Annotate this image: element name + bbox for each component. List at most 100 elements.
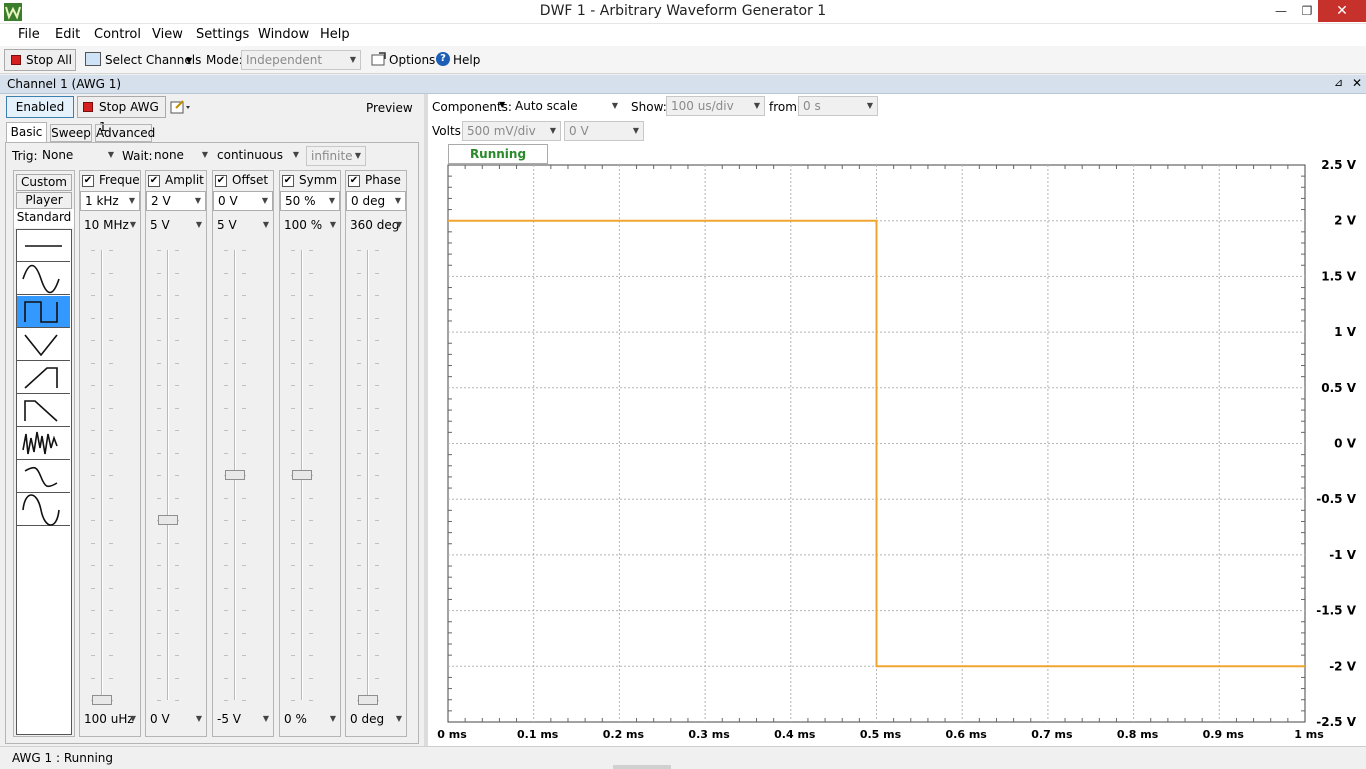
close-button[interactable]: ✕: [1318, 0, 1366, 22]
slider-tick: [91, 677, 95, 679]
phase-value-select[interactable]: 0 deg ▼: [346, 191, 406, 211]
sine-power-icon[interactable]: [17, 494, 70, 526]
offset-value-select[interactable]: 0 V ▼: [213, 191, 273, 211]
menu-view[interactable]: View: [152, 27, 183, 42]
noise-icon[interactable]: [17, 428, 70, 460]
slider-tick: [242, 610, 246, 611]
mode-select: Independent ▼: [241, 50, 361, 70]
symmetry-value: 50 %: [285, 194, 316, 208]
slider-tick: [224, 250, 228, 251]
square-icon[interactable]: [17, 296, 70, 328]
slider-tick: [291, 317, 295, 319]
amplitude-max-select[interactable]: 5 V ▼: [146, 216, 206, 236]
menu-control[interactable]: Control: [94, 27, 141, 42]
components-dropdown-icon[interactable]: ▼: [499, 100, 505, 109]
slider-tick: [375, 655, 379, 656]
chevron-down-icon: ▼: [329, 714, 336, 723]
channels-icon: [85, 52, 101, 66]
options-button[interactable]: Options: [389, 53, 435, 67]
ramp-up-icon[interactable]: [17, 362, 70, 394]
enabled-button[interactable]: Enabled: [6, 96, 74, 118]
symmetry-max-select[interactable]: 100 % ▼: [280, 216, 340, 236]
slider-tick: [175, 295, 179, 296]
amplitude-slider-thumb[interactable]: [158, 515, 178, 525]
offset-min-select[interactable]: -5 V ▼: [213, 710, 273, 730]
stop-all-button[interactable]: Stop All: [4, 49, 76, 71]
frequency-slider-thumb[interactable]: [92, 695, 112, 705]
trapezium-icon[interactable]: [17, 461, 70, 493]
offset-checkbox[interactable]: ✔: [215, 175, 227, 187]
slider-tick: [157, 565, 161, 566]
frequency-checkbox[interactable]: ✔: [82, 175, 94, 187]
amplitude-min-select[interactable]: 0 V ▼: [146, 710, 206, 730]
phase-max-select[interactable]: 360 deg ▼: [346, 216, 406, 236]
dc-icon[interactable]: [17, 230, 70, 262]
phase-checkbox[interactable]: ✔: [348, 175, 360, 187]
amplitude-value-select[interactable]: 2 V ▼: [146, 191, 206, 211]
amplitude-checkbox[interactable]: ✔: [148, 175, 160, 187]
offset-slider-thumb[interactable]: [225, 470, 245, 480]
slider-tick: [242, 317, 246, 319]
slider-tick: [109, 317, 113, 319]
x-tick-label: 0.4 ms: [774, 728, 816, 741]
slider-tick: [224, 295, 228, 296]
channel-title: Channel 1 (AWG 1): [7, 77, 122, 91]
tab-standard[interactable]: Standard: [14, 209, 74, 228]
pin-icon[interactable]: ⊿: [1334, 76, 1343, 89]
sine-icon[interactable]: [17, 263, 70, 295]
phase-slider-thumb[interactable]: [358, 695, 378, 705]
symmetry-slider-thumb[interactable]: [292, 470, 312, 480]
symmetry-value-select[interactable]: 50 % ▼: [280, 191, 340, 211]
slider-tick: [109, 565, 113, 566]
tab-basic[interactable]: Basic: [6, 122, 47, 143]
slider-tick: [109, 385, 113, 386]
menu-file[interactable]: File: [18, 27, 40, 42]
slider-tick: [242, 407, 246, 409]
chevron-down-icon: ▼: [262, 220, 269, 229]
menu-bar: File Edit Control View Settings Window H…: [0, 24, 1366, 46]
tab-sweep[interactable]: Sweep: [50, 124, 92, 142]
slider-tick: [242, 497, 246, 499]
components-select[interactable]: Auto scale ▼: [511, 97, 622, 117]
x-tick-label: 1 ms: [1294, 728, 1324, 741]
tab-custom[interactable]: Custom: [16, 174, 72, 191]
frequency-max-select[interactable]: 10 MHz ▼: [80, 216, 140, 236]
stop-awg-button[interactable]: Stop AWG 1: [77, 96, 166, 134]
tab-advanced[interactable]: Advanced: [95, 124, 155, 142]
select-channels-dropdown-icon[interactable]: ▼: [186, 56, 192, 65]
slider-tick: [175, 385, 179, 386]
slider-tick: [309, 362, 313, 364]
symmetry-checkbox[interactable]: ✔: [282, 175, 294, 187]
symmetry-min-select[interactable]: 0 % ▼: [280, 710, 340, 730]
slider-tick: [242, 520, 246, 521]
run-mode-select[interactable]: continuous ▼: [213, 146, 303, 166]
help-button[interactable]: Help: [453, 53, 480, 67]
menu-window[interactable]: Window: [258, 27, 309, 42]
wait-select[interactable]: none ▼: [150, 146, 212, 166]
chevron-down-icon: ▼: [349, 55, 356, 64]
trig-select[interactable]: None ▼: [38, 146, 118, 166]
slider-tick: [309, 610, 313, 611]
chevron-down-icon: ▼: [395, 220, 402, 229]
offset-max-select[interactable]: 5 V ▼: [213, 216, 273, 236]
menu-settings[interactable]: Settings: [196, 27, 249, 42]
triangle-icon[interactable]: [17, 329, 70, 361]
slider-tick: [291, 587, 295, 589]
slider-tick: [157, 250, 161, 251]
slider-tick: [109, 295, 113, 296]
phase-label: Phase: [365, 173, 401, 187]
options-icon: [371, 52, 387, 66]
frequency-min-select[interactable]: 100 uHz ▼: [80, 710, 140, 730]
channel-close-icon[interactable]: ✕: [1352, 76, 1362, 90]
tab-player[interactable]: Player: [16, 192, 72, 209]
menu-edit[interactable]: Edit: [55, 27, 80, 42]
slider-tick: [309, 655, 313, 656]
slider-tick: [109, 452, 113, 454]
ramp-down-icon[interactable]: [17, 395, 70, 427]
menu-help[interactable]: Help: [320, 27, 350, 42]
slider-tick: [375, 542, 379, 544]
frequency-value-select[interactable]: 1 kHz ▼: [80, 191, 140, 211]
phase-max-value: 360 deg: [350, 218, 400, 232]
export-icon[interactable]: [170, 99, 192, 115]
phase-min-select[interactable]: 0 deg ▼: [346, 710, 406, 730]
